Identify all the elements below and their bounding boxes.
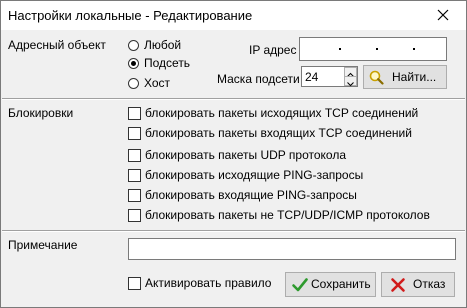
block-udp-label[interactable]: блокировать пакеты UDP протокола	[145, 148, 346, 162]
spin-down-button[interactable]	[344, 76, 357, 87]
magnifier-icon	[369, 70, 384, 85]
block-ping-in-label[interactable]: блокировать входящие PING-запросы	[145, 188, 357, 202]
radio-subnet-button[interactable]	[128, 58, 139, 69]
save-button[interactable]: Сохранить	[285, 272, 376, 297]
dialog-window: Настройки локальные - Редактирование Адр…	[0, 0, 467, 308]
note-input[interactable]	[128, 238, 456, 260]
blocking-label: Блокировки	[8, 106, 74, 120]
block-tcp-in-checkbox[interactable]	[128, 127, 141, 140]
chevron-down-icon	[347, 82, 354, 87]
block-ping-out-label[interactable]: блокировать исходящие PING-запросы	[145, 168, 363, 182]
ip-separator-2	[376, 48, 378, 50]
note-label: Примечание	[8, 238, 78, 252]
block-tcp-out-checkbox[interactable]	[128, 107, 141, 120]
separator-2	[2, 230, 465, 232]
radio-subnet-label[interactable]: Подсеть	[144, 56, 190, 70]
block-ping-in-checkbox[interactable]	[128, 189, 141, 202]
ip-separator-3	[413, 48, 415, 50]
close-icon[interactable]	[432, 5, 454, 25]
ip-separator-1	[339, 48, 341, 50]
block-tcp-out-label[interactable]: блокировать пакеты исходящих TCP соедине…	[145, 106, 418, 120]
ip-address-label: IP адрес	[249, 43, 297, 57]
find-button[interactable]: Найти...	[363, 65, 447, 89]
x-icon	[391, 278, 405, 292]
activate-rule-checkbox[interactable]	[128, 277, 141, 290]
checkmark-icon	[292, 278, 308, 292]
block-ping-out-checkbox[interactable]	[128, 169, 141, 182]
radio-host-label[interactable]: Хост	[144, 76, 170, 90]
cancel-button[interactable]: Отказ	[381, 272, 455, 297]
block-tcp-in-label[interactable]: блокировать пакеты входящих TCP соединен…	[145, 126, 412, 140]
radio-any-label[interactable]: Любой	[144, 38, 181, 52]
subnet-mask-label: Маска подсети	[217, 72, 300, 86]
cancel-button-label: Отказ	[413, 277, 446, 291]
address-label: Адресный объект	[8, 38, 106, 52]
block-udp-checkbox[interactable]	[128, 149, 141, 162]
radio-subnet-dot	[131, 61, 136, 66]
activate-rule-label[interactable]: Активировать правило	[145, 276, 271, 290]
ip-address-field[interactable]	[299, 37, 447, 61]
radio-any-button[interactable]	[128, 40, 139, 51]
subnet-mask-stepper[interactable]: 24	[301, 66, 358, 87]
save-button-label: Сохранить	[311, 277, 371, 291]
subnet-mask-value[interactable]: 24	[305, 70, 318, 84]
block-other-protocols-label[interactable]: блокировать пакеты не TCP/UDP/ICMP прото…	[145, 208, 430, 222]
radio-host-button[interactable]	[128, 78, 139, 89]
window-title: Настройки локальные - Редактирование	[8, 8, 253, 23]
separator-1	[2, 98, 465, 100]
title-bar: Настройки локальные - Редактирование	[1, 1, 466, 30]
block-other-protocols-checkbox[interactable]	[128, 209, 141, 222]
find-button-label: Найти...	[392, 70, 437, 84]
